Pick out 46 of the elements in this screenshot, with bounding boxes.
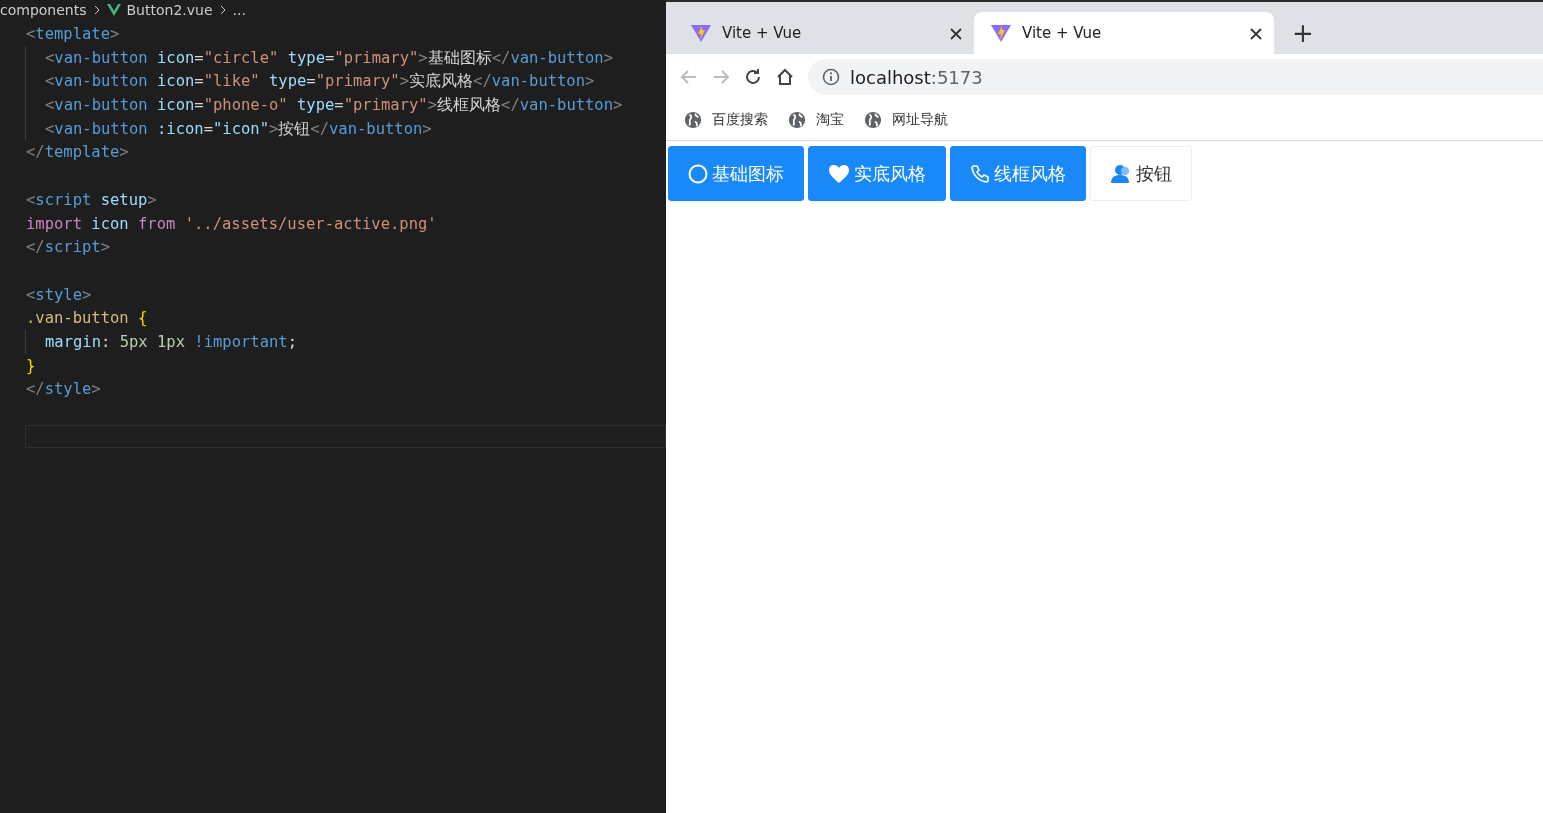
code-line: <van-button icon="phone-o" type="primary">线框风格</van-button>	[45, 96, 623, 115]
code-line: </style>	[26, 380, 101, 399]
reload-button[interactable]	[744, 68, 762, 86]
browser-tab[interactable]: Vite + Vue	[674, 12, 974, 54]
demo-button[interactable]: 基础图标	[668, 146, 804, 201]
code-line: <style>	[26, 285, 92, 304]
lightning-logo-icon	[990, 23, 1012, 43]
lightning-logo-icon	[690, 23, 712, 43]
code-line: <van-button icon="like" type="primary">实底风格</van-button>	[45, 72, 595, 91]
new-tab-button[interactable]: +	[1286, 18, 1320, 48]
info-icon	[822, 68, 840, 86]
vue-logo-icon	[106, 4, 121, 16]
globe-icon	[864, 111, 882, 129]
tab-title: Vite + Vue	[1022, 24, 1103, 42]
breadcrumb-item[interactable]: components	[0, 2, 87, 18]
breadcrumb-item[interactable]: ...	[232, 2, 246, 18]
code-line: <van-button :icon="icon">按钮</van-button>	[45, 119, 432, 138]
code-line: import icon from '../assets/user-active.png'	[26, 214, 437, 233]
code-line: </script>	[26, 238, 110, 257]
code-line: <template>	[26, 25, 120, 43]
heart-icon	[828, 163, 850, 184]
code-line: .van-button {	[26, 309, 148, 328]
code-line: margin: 5px 1px !important;	[45, 332, 297, 351]
code-line: }	[26, 356, 36, 375]
code-line: </template>	[26, 143, 129, 162]
address-bar[interactable]: localhost:5173	[808, 59, 1543, 95]
phone-icon	[970, 163, 990, 184]
demo-button[interactable]: 实底风格	[808, 146, 946, 201]
globe-icon	[684, 111, 702, 129]
breadcrumb-item[interactable]: Button2.vue	[126, 2, 213, 18]
code-line: <script setup>	[26, 190, 157, 209]
chevron-icon	[218, 5, 227, 15]
user-icon	[1110, 163, 1132, 184]
url-text: localhost:5173	[850, 66, 983, 88]
bookmark-link[interactable]: 网址导航	[864, 111, 948, 129]
globe-icon	[788, 111, 806, 129]
code-line: <van-button icon="circle" type="primary">基础图标</van-button>	[45, 48, 614, 67]
circle-icon	[688, 163, 708, 184]
chevron-icon	[92, 5, 101, 15]
demo-button[interactable]: 按钮	[1090, 146, 1192, 201]
tab-title: Vite + Vue	[722, 24, 803, 42]
bookmark-link[interactable]: 百度搜索	[684, 111, 768, 129]
home-button[interactable]	[776, 68, 794, 86]
browser-tab[interactable]: Vite + Vue	[974, 12, 1274, 54]
demo-button[interactable]: 线框风格	[950, 146, 1086, 201]
bookmark-link[interactable]: 淘宝	[788, 111, 844, 129]
